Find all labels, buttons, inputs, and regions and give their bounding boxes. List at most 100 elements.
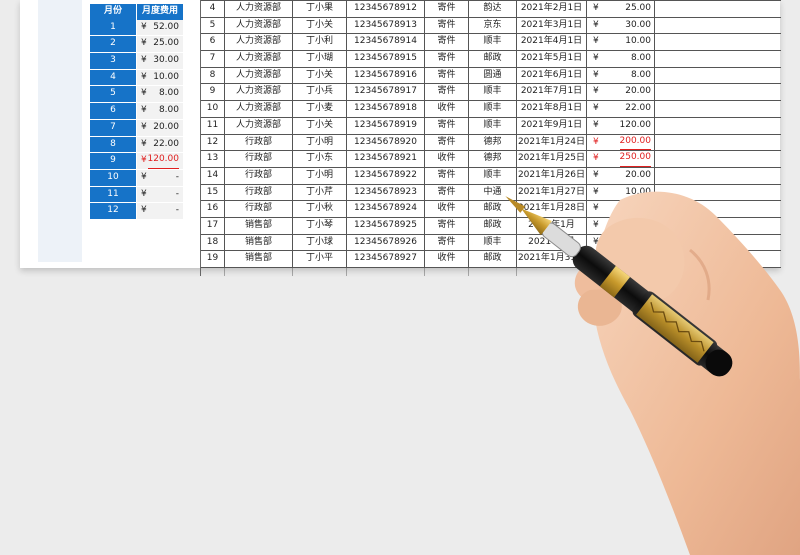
summary-expense-cell[interactable]: ¥8.00 xyxy=(137,86,183,103)
cell-amount[interactable]: ¥ xyxy=(587,217,655,234)
cell-blank[interactable] xyxy=(655,101,725,117)
cell-amount[interactable]: ¥25.00 xyxy=(587,1,655,17)
summary-expense-cell[interactable]: ¥10.00 xyxy=(137,69,183,86)
cell-type[interactable]: 寄件 xyxy=(425,67,469,84)
cell-date[interactable]: 2021年9月1日 xyxy=(517,117,587,134)
cell-blank[interactable] xyxy=(655,68,725,84)
cell-express-company[interactable]: 京东 xyxy=(469,17,517,34)
summary-expense-cell[interactable]: ¥ - xyxy=(137,169,183,186)
cell-type[interactable]: 寄件 xyxy=(425,51,469,67)
cell-blank[interactable] xyxy=(655,151,725,167)
cell-phone[interactable]: 12345678923 xyxy=(347,184,425,201)
cell-express-company[interactable]: 韵达 xyxy=(469,1,517,17)
cell-number[interactable]: 18 xyxy=(201,234,225,251)
cell-number[interactable]: 12 xyxy=(201,134,225,151)
cell-name[interactable]: 丁小东 xyxy=(293,151,347,167)
summary-expense-cell[interactable]: ¥52.00 xyxy=(137,19,183,36)
cell-phone[interactable]: 12345678926 xyxy=(347,234,425,251)
cell-amount[interactable]: ¥20.00 xyxy=(587,167,655,184)
summary-expense-cell[interactable]: ¥20.00 xyxy=(137,119,183,136)
cell-express-company[interactable]: 顺丰 xyxy=(469,117,517,134)
summary-expense-cell[interactable]: ¥25.00 xyxy=(137,36,183,53)
cell-blank[interactable] xyxy=(655,118,725,134)
cell-amount[interactable]: ¥200.00 xyxy=(587,134,655,151)
cell-amount[interactable]: ¥120.00 xyxy=(587,117,655,134)
cell-phone[interactable]: 12345678913 xyxy=(347,17,425,34)
cell-amount[interactable]: ¥22.00 xyxy=(587,101,655,117)
summary-expense-cell[interactable]: ¥120.00 xyxy=(137,153,183,169)
cell-blank[interactable] xyxy=(655,51,725,67)
cell-express-company[interactable]: 邮政 xyxy=(469,217,517,234)
cell-express-company[interactable]: 顺丰 xyxy=(469,167,517,184)
cell-amount[interactable]: ¥10.00 xyxy=(587,34,655,51)
cell-express-company[interactable]: 德邦 xyxy=(469,151,517,167)
cell-number[interactable]: 4 xyxy=(201,1,225,17)
cell-date[interactable]: 2021年6月1日 xyxy=(517,67,587,84)
cell-phone[interactable]: 12345678922 xyxy=(347,167,425,184)
cell-date[interactable]: 2021年1月27日 xyxy=(517,184,587,201)
summary-expense-cell[interactable]: ¥8.00 xyxy=(137,103,183,119)
cell-name[interactable]: 丁小平 xyxy=(293,251,347,267)
cell-name[interactable]: 丁小琴 xyxy=(293,217,347,234)
cell-amount[interactable]: ¥10.00 xyxy=(587,201,655,217)
cell-number[interactable]: 14 xyxy=(201,167,225,184)
cell-blank[interactable] xyxy=(655,84,725,100)
cell-phone[interactable]: 12345678927 xyxy=(347,251,425,267)
cell-date[interactable]: 2021年1月31日 xyxy=(517,251,587,267)
cell-type[interactable]: 寄件 xyxy=(425,17,469,34)
cell-department[interactable]: 销售部 xyxy=(225,251,293,267)
cell-date[interactable]: 2021年7月1日 xyxy=(517,84,587,101)
cell-number[interactable]: 16 xyxy=(201,201,225,217)
cell-type[interactable]: 收件 xyxy=(425,101,469,117)
cell-phone[interactable]: 12345678918 xyxy=(347,101,425,117)
cell-number[interactable]: 6 xyxy=(201,34,225,51)
cell-department[interactable]: 销售部 xyxy=(225,234,293,251)
cell-amount[interactable]: ¥ xyxy=(587,251,655,267)
cell-amount[interactable]: ¥8.00 xyxy=(587,67,655,84)
cell-name[interactable]: 丁小瑚 xyxy=(293,51,347,67)
cell-type[interactable]: 寄件 xyxy=(425,84,469,101)
cell-amount[interactable]: ¥250.00 xyxy=(587,151,655,167)
cell-number[interactable]: 9 xyxy=(201,84,225,101)
cell-date[interactable]: 2021年3月1日 xyxy=(517,17,587,34)
cell-date[interactable]: 2021年1月25日 xyxy=(517,151,587,167)
cell-date[interactable]: 2021年1月24日 xyxy=(517,134,587,151)
cell-type[interactable]: 寄件 xyxy=(425,184,469,201)
cell-name[interactable]: 丁小麦 xyxy=(293,101,347,117)
cell-type[interactable]: 收件 xyxy=(425,151,469,167)
cell-express-company[interactable]: 德邦 xyxy=(469,134,517,151)
cell-number[interactable]: 8 xyxy=(201,67,225,84)
cell-number[interactable]: 5 xyxy=(201,17,225,34)
cell-phone[interactable]: 12345678919 xyxy=(347,117,425,134)
cell-department[interactable]: 人力资源部 xyxy=(225,34,293,51)
cell-express-company[interactable]: 邮政 xyxy=(469,51,517,67)
cell-name[interactable]: 丁小球 xyxy=(293,234,347,251)
cell-name[interactable]: 丁小关 xyxy=(293,17,347,34)
cell-phone[interactable]: 12345678925 xyxy=(347,217,425,234)
summary-expense-cell[interactable]: ¥30.00 xyxy=(137,53,183,69)
cell-name[interactable]: 丁小关 xyxy=(293,67,347,84)
cell-date[interactable]: 2021年8月1日 xyxy=(517,101,587,117)
cell-express-company[interactable]: 邮政 xyxy=(469,201,517,217)
cell-date[interactable]: 2021年1月26日 xyxy=(517,167,587,184)
cell-express-company[interactable]: 顺丰 xyxy=(469,84,517,101)
cell-blank[interactable] xyxy=(655,34,725,50)
cell-department[interactable]: 行政部 xyxy=(225,184,293,201)
cell-phone[interactable]: 12345678912 xyxy=(347,1,425,17)
cell-department[interactable]: 行政部 xyxy=(225,167,293,184)
cell-blank[interactable] xyxy=(655,201,725,217)
cell-express-company[interactable]: 邮政 xyxy=(469,251,517,267)
cell-amount[interactable]: ¥8.00 xyxy=(587,51,655,67)
cell-name[interactable]: 丁小芹 xyxy=(293,184,347,201)
cell-department[interactable]: 人力资源部 xyxy=(225,67,293,84)
cell-name[interactable]: 丁小关 xyxy=(293,117,347,134)
cell-department[interactable]: 销售部 xyxy=(225,217,293,234)
cell-phone[interactable]: 12345678921 xyxy=(347,151,425,167)
summary-expense-cell[interactable]: ¥22.00 xyxy=(137,136,183,153)
cell-blank[interactable] xyxy=(655,18,725,34)
cell-number[interactable]: 15 xyxy=(201,184,225,201)
cell-amount[interactable]: ¥30.00 xyxy=(587,17,655,34)
cell-date[interactable]: 2021年4月1日 xyxy=(517,34,587,51)
cell-department[interactable]: 行政部 xyxy=(225,134,293,151)
cell-number[interactable]: 7 xyxy=(201,51,225,67)
